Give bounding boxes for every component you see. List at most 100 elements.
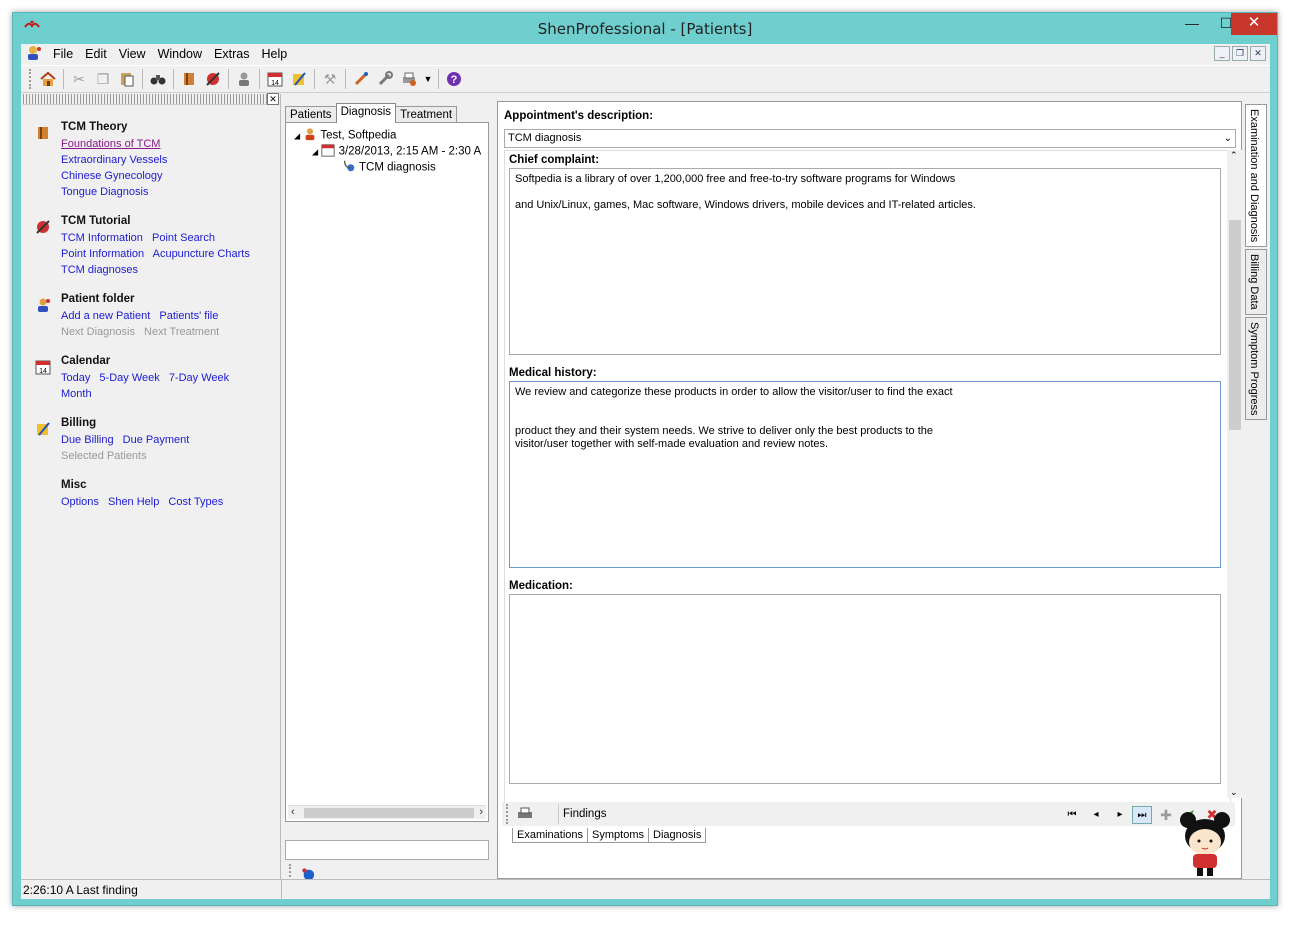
tools-icon[interactable]: ⚒ <box>319 68 341 90</box>
mdi-restore-button[interactable]: ❐ <box>1232 46 1248 61</box>
scroll-down-icon[interactable]: ⌄ <box>1230 787 1238 798</box>
diagnosis-form: Appointment's description: TCM diagnosis… <box>497 101 1243 879</box>
link-point-search[interactable]: Point Search <box>152 232 215 244</box>
tab-symptoms[interactable]: Symptoms <box>587 828 650 843</box>
dropdown-arrow-icon[interactable]: ▼ <box>422 68 434 90</box>
book-icon[interactable] <box>178 68 200 90</box>
menu-help[interactable]: Help <box>255 44 293 64</box>
vtab-label: Billing Data <box>1248 254 1260 310</box>
findings-tabs: Examinations Symptoms Diagnosis <box>512 828 707 843</box>
app-menu-icon[interactable] <box>25 45 47 63</box>
menu-bar: File Edit View Window Extras Help _ ❐ ✕ <box>21 44 1270 64</box>
paste-icon[interactable] <box>116 68 138 90</box>
tab-billing-data[interactable]: Billing Data <box>1245 249 1267 315</box>
form-vertical-scrollbar[interactable]: ⌃ ⌄ <box>1227 150 1243 798</box>
tree-filter-input[interactable] <box>285 840 489 860</box>
next-record-icon[interactable]: ▸ <box>1110 806 1130 824</box>
link-tongue-diagnosis[interactable]: Tongue Diagnosis <box>61 186 148 198</box>
tab-findings-diagnosis[interactable]: Diagnosis <box>648 828 707 843</box>
menu-extras[interactable]: Extras <box>208 44 255 64</box>
link-7-day-week[interactable]: 7-Day Week <box>169 372 229 384</box>
link-tcm-diagnoses[interactable]: TCM diagnoses <box>61 264 138 276</box>
tab-symptom-progress[interactable]: Symptom Progress <box>1245 316 1267 421</box>
home-icon[interactable] <box>37 68 59 90</box>
toolbar-grip[interactable] <box>29 69 32 89</box>
cut-icon[interactable]: ✂ <box>68 68 90 90</box>
menu-window-label: Window <box>157 47 203 61</box>
last-record-icon[interactable]: ⏭ <box>1132 806 1152 824</box>
first-record-icon[interactable]: ⏮ <box>1062 806 1082 824</box>
appointment-description-select[interactable]: TCM diagnosis ⌄ <box>504 129 1236 148</box>
binoculars-icon[interactable] <box>147 68 169 90</box>
chief-complaint-textarea[interactable]: Softpedia is a library of over 1,200,000… <box>509 168 1221 355</box>
patient-tree[interactable]: ◢ Test, Softpedia ◢ 3/28/2013, 2:15 AM -… <box>285 122 489 822</box>
link-next-diagnosis: Next Diagnosis <box>61 326 135 338</box>
link-add-new-patient[interactable]: Add a new Patient <box>61 310 150 322</box>
mdi-minimize-button[interactable]: _ <box>1214 46 1230 61</box>
tab-patients[interactable]: Patients <box>285 106 337 123</box>
menu-file[interactable]: File <box>47 44 79 64</box>
menu-file-label: File <box>53 47 74 61</box>
help-icon[interactable]: ? <box>443 68 465 90</box>
minimize-button[interactable]: — <box>1175 13 1209 35</box>
calendar-icon[interactable]: 14 <box>264 68 286 90</box>
collapse-arrow-icon[interactable]: ◢ <box>294 132 300 141</box>
tab-diagnosis[interactable]: Diagnosis <box>335 103 397 123</box>
scroll-up-icon[interactable]: ⌃ <box>1230 150 1238 161</box>
tree-node-diagnosis[interactable]: TCM diagnosis <box>342 159 436 176</box>
wrench-icon[interactable] <box>374 68 396 90</box>
tab-examination-and-diagnosis[interactable]: Examination and Diagnosis <box>1245 104 1267 248</box>
tree-node-patient[interactable]: ◢ Test, Softpedia <box>294 127 396 144</box>
billing-icon <box>35 421 53 439</box>
link-chinese-gynecology[interactable]: Chinese Gynecology <box>61 170 163 182</box>
medical-history-textarea[interactable]: We review and categorize these products … <box>509 381 1221 568</box>
add-record-icon[interactable]: ✚ <box>1156 806 1176 824</box>
chevron-down-icon[interactable]: ⌄ <box>1224 130 1232 147</box>
link-extraordinary-vessels[interactable]: Extraordinary Vessels <box>61 154 167 166</box>
acupuncture-icon[interactable] <box>202 68 224 90</box>
findings-field[interactable]: Findings <box>558 804 1058 824</box>
mdi-controls: _ ❐ ✕ <box>1214 46 1266 61</box>
menu-edit-label: Edit <box>85 47 107 61</box>
scroll-thumb[interactable] <box>1229 220 1241 430</box>
tree-node-appointment[interactable]: ◢ 3/28/2013, 2:15 AM - 2:30 A <box>312 143 481 160</box>
menu-extras-label: Extras <box>214 47 250 61</box>
collapse-arrow-icon[interactable]: ◢ <box>312 148 318 157</box>
close-button[interactable]: ✕ <box>1231 13 1277 35</box>
tree-horizontal-scrollbar[interactable]: ‹ › <box>288 805 486 819</box>
link-foundations-of-tcm[interactable]: Foundations of TCM <box>61 138 160 150</box>
toolbar-grip[interactable] <box>506 804 509 824</box>
edit-icon[interactable] <box>350 68 372 90</box>
previous-record-icon[interactable]: ◂ <box>1086 806 1106 824</box>
link-today[interactable]: Today <box>61 372 90 384</box>
link-patients-file[interactable]: Patients' file <box>159 310 218 322</box>
copy-icon[interactable]: ❐ <box>92 68 114 90</box>
menu-edit[interactable]: Edit <box>79 44 113 64</box>
print-icon[interactable] <box>398 68 420 90</box>
link-shen-help[interactable]: Shen Help <box>108 496 159 508</box>
link-options[interactable]: Options <box>61 496 99 508</box>
link-month[interactable]: Month <box>61 388 92 400</box>
tab-treatment[interactable]: Treatment <box>395 106 458 123</box>
link-5-day-week[interactable]: 5-Day Week <box>99 372 159 384</box>
patient-icon[interactable] <box>233 68 255 90</box>
menu-view[interactable]: View <box>113 44 152 64</box>
billing-icon[interactable] <box>288 68 310 90</box>
mdi-close-button[interactable]: ✕ <box>1250 46 1266 61</box>
link-due-billing[interactable]: Due Billing <box>61 434 114 446</box>
panel-header-grip[interactable]: ✕ <box>23 93 279 105</box>
link-point-information[interactable]: Point Information <box>61 248 144 260</box>
title-bar[interactable]: ShenProfessional - [Patients] — ☐ ✕ <box>13 13 1277 43</box>
link-acupuncture-charts[interactable]: Acupuncture Charts <box>153 248 250 260</box>
link-due-payment[interactable]: Due Payment <box>123 434 190 446</box>
link-cost-types[interactable]: Cost Types <box>168 496 223 508</box>
scroll-right-icon[interactable]: › <box>479 806 483 818</box>
panel-close-button[interactable]: ✕ <box>267 93 279 105</box>
scroll-left-icon[interactable]: ‹ <box>291 806 295 818</box>
print-icon[interactable] <box>514 803 536 825</box>
medication-textarea[interactable] <box>509 594 1221 784</box>
menu-window[interactable]: Window <box>152 44 208 64</box>
scroll-thumb[interactable] <box>304 808 474 818</box>
link-tcm-information[interactable]: TCM Information <box>61 232 143 244</box>
tab-examinations[interactable]: Examinations <box>512 828 589 843</box>
